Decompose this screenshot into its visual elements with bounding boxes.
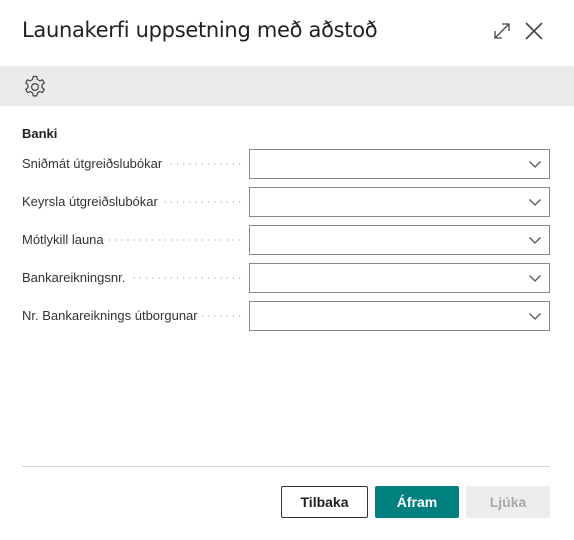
chevron-down-icon [529,275,541,282]
back-button[interactable]: Tilbaka [281,486,368,518]
next-button[interactable]: Áfram [375,486,459,518]
field-label: Bankareikningsnr. [22,270,130,285]
journal-template-select[interactable] [249,149,550,179]
footer-divider [22,466,550,467]
expand-button[interactable] [491,20,513,42]
payout-bank-account-no-select[interactable] [249,301,550,331]
field-journal-batch: Keyrsla útgreiðslubókar [22,187,550,217]
finish-button[interactable]: Ljúka [466,486,550,518]
close-x-icon [525,22,543,40]
field-bank-account-no: Bankareikningsnr. [22,263,550,293]
group-title-banki: Banki [22,126,58,141]
chevron-down-icon [529,313,541,320]
bank-account-no-select[interactable] [249,263,550,293]
action-bar [0,66,574,106]
expand-diagonal-icon [494,23,510,39]
field-payout-bank-account-no: Nr. Bankareiknings útborgunar [22,301,550,331]
field-label: Nr. Bankareiknings útborgunar [22,308,202,323]
wizard-dialog: Launakerfi uppsetning með aðstoð Banki S… [0,0,574,540]
gear-icon [25,75,45,97]
field-label: Keyrsla útgreiðslubókar [22,194,162,209]
settings-button[interactable] [22,74,48,100]
field-journal-template: Sniðmát útgreiðslubókar [22,149,550,179]
field-salary-balancing-account: Mótlykill launa [22,225,550,255]
journal-batch-select[interactable] [249,187,550,217]
chevron-down-icon [529,161,541,168]
field-label: Mótlykill launa [22,232,108,247]
salary-balancing-account-select[interactable] [249,225,550,255]
chevron-down-icon [529,199,541,206]
chevron-down-icon [529,237,541,244]
field-label: Sniðmát útgreiðslubókar [22,156,167,171]
dialog-title: Launakerfi uppsetning með aðstoð [22,18,378,42]
close-button[interactable] [523,20,545,42]
